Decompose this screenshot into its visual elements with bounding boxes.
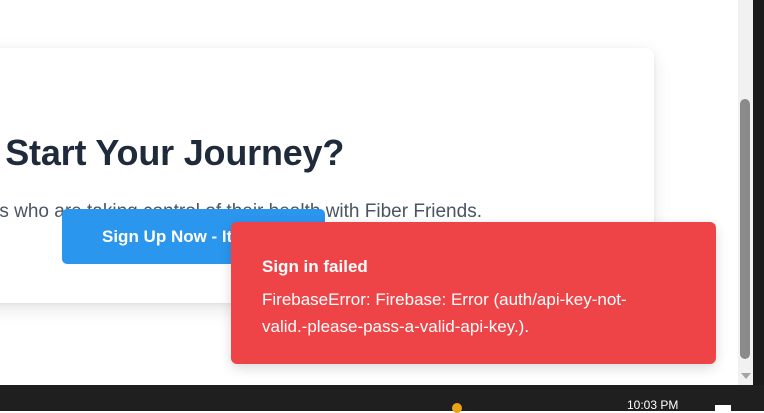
cta-title: Ready to Start Your Journey? — [0, 132, 345, 173]
tray-app-icon[interactable] — [452, 403, 462, 413]
toast-message: FirebaseError: Firebase: Error (auth/api… — [262, 290, 627, 336]
error-toast[interactable]: Sign in failed FirebaseError: Firebase: … — [231, 222, 716, 364]
taskbar: 10:03 PM — [0, 385, 764, 413]
scroll-down-arrow-icon[interactable] — [741, 373, 751, 379]
window-edge — [753, 0, 764, 411]
scrollbar-thumb[interactable] — [740, 99, 750, 359]
taskbar-clock[interactable]: 10:03 PM — [627, 398, 678, 412]
vertical-scrollbar[interactable] — [738, 0, 753, 385]
toast-title: Sign in failed — [262, 257, 368, 276]
notification-icon[interactable] — [715, 405, 731, 413]
browser-viewport: Ready to Start Your Journey? Join thousa… — [0, 0, 738, 385]
